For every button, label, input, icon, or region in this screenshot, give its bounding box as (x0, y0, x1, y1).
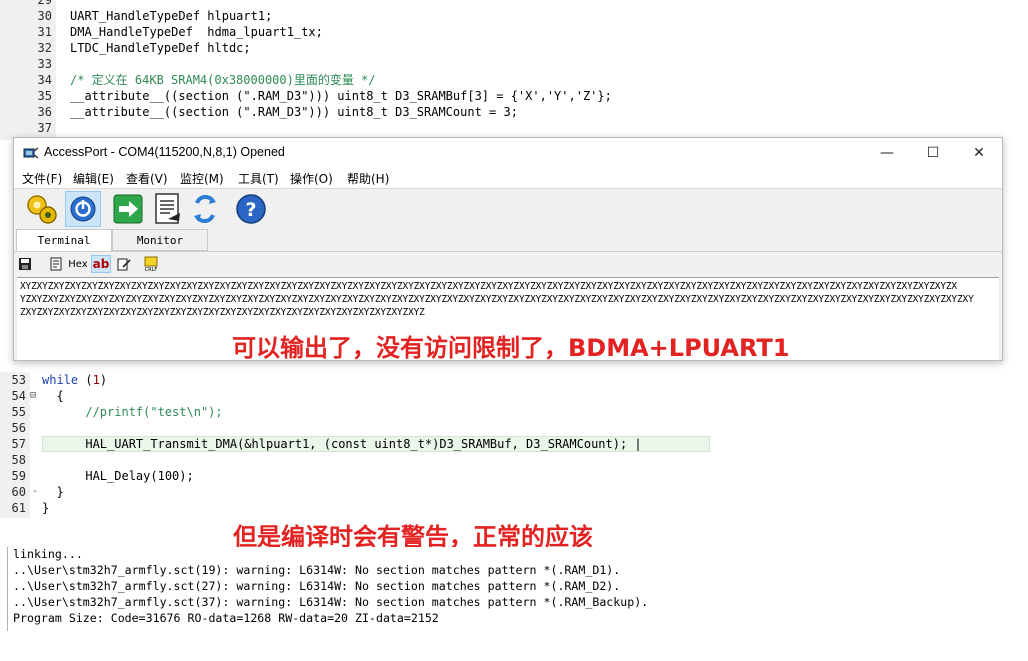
build-output-panel: linking... ..\User\stm32h7_armfly.sct(19… (7, 547, 1028, 631)
tab-terminal[interactable]: Terminal (16, 229, 112, 251)
line-number: 53 (11, 373, 26, 387)
code-editor-top: 29 30 UART_HandleTypeDef hlpuart1; 31 DMA_… (0, 0, 1028, 140)
build-warning-line: ..\User\stm32h7_armfly.sct(37): warning:… (13, 595, 649, 609)
line-number: 57 (11, 437, 26, 451)
line-number: 32 (37, 41, 52, 55)
fold-end-marker: - (32, 486, 39, 497)
code-text: } (42, 485, 64, 499)
line-number: 60 (11, 485, 26, 499)
code-text: __attribute__((section (".RAM_D3"))) uin… (70, 89, 612, 103)
terminal-line: XYZXYZXYZXYZXYZXYZXYZXYZXYZXYZXYZXYZXYZX… (20, 281, 957, 292)
code-text: { (42, 389, 64, 403)
build-warning-line: ..\User\stm32h7_armfly.sct(19): warning:… (13, 563, 621, 577)
line-number: 59 (11, 469, 26, 483)
menu-monitor[interactable]: 监控(M) (180, 170, 224, 187)
code-text: __attribute__((section (".RAM_D3"))) uin… (70, 105, 518, 119)
line-number: 55 (11, 405, 26, 419)
document-icon[interactable] (150, 191, 186, 227)
menu-view[interactable]: 查看(V) (126, 170, 168, 187)
refresh-icon[interactable] (187, 191, 223, 227)
code-text: } (42, 501, 50, 515)
settings-gear-icon[interactable] (24, 191, 60, 227)
serial-port-icon (23, 145, 39, 159)
fold-marker-icon[interactable]: ⊟ (30, 388, 36, 404)
terminal-line: ZXYZXYZXYZXYZXYZXYZXYZXYZXYZXYZXYZXYZXYZ… (20, 307, 425, 318)
menu-tools[interactable]: 工具(T) (238, 170, 279, 187)
clear-screen-icon[interactable] (47, 255, 65, 273)
svg-text:CRLF: CRLF (145, 267, 158, 272)
edit-icon[interactable] (115, 255, 133, 273)
line-number: 33 (37, 57, 52, 71)
code-text: HAL_Delay(100); (42, 469, 194, 483)
line-number: 37 (37, 121, 52, 135)
program-size-line: Program Size: Code=31676 RO-data=1268 RW… (13, 611, 439, 625)
line-number: 56 (11, 421, 26, 435)
menu-edit[interactable]: 编辑(E) (73, 170, 114, 187)
line-number: 58 (11, 453, 26, 467)
terminal-line: YZXYZXYZXYZXYZXYZXYZXYZXYZXYZXYZXYZXYZXY… (20, 294, 974, 305)
hex-toggle[interactable]: Hex (67, 255, 89, 273)
code-text: DMA_HandleTypeDef hdma_lpuart1_tx; (70, 25, 323, 39)
line-number: 31 (37, 25, 52, 39)
line-number: 30 (37, 9, 52, 23)
tab-monitor[interactable]: Monitor (112, 229, 208, 251)
menu-file[interactable]: 文件(F) (22, 170, 62, 187)
code-text: UART_HandleTypeDef hlpuart1; (70, 9, 273, 23)
menu-help[interactable]: 帮助(H) (347, 170, 389, 187)
code-comment: /* 定义在 64KB SRAM4(0x38000000)里面的变量 */ (70, 73, 376, 87)
build-line: linking... (13, 547, 83, 561)
terminal-toolbar: Hex ab CRLF (14, 251, 1002, 276)
maximize-button[interactable]: ☐ (910, 138, 956, 168)
title-bar[interactable]: AccessPort - COM4(115200,N,8,1) Opened —… (14, 138, 1002, 168)
line-number: 36 (37, 105, 52, 119)
window-title: AccessPort - COM4(115200,N,8,1) Opened (44, 145, 285, 159)
annotation-output-ok: 可以输出了，没有访问限制了，BDMA+LPUART1 (232, 334, 790, 362)
main-toolbar: ? (14, 189, 1002, 229)
terminal-output[interactable]: XYZXYZXYZXYZXYZXYZXYZXYZXYZXYZXYZXYZXYZX… (17, 277, 999, 362)
code-text: while (1) (42, 373, 108, 387)
tab-bar: Terminal Monitor (14, 229, 1002, 251)
svg-text:?: ? (245, 199, 256, 221)
code-text: LTDC_HandleTypeDef hltdc; (70, 41, 251, 55)
menu-operate[interactable]: 操作(O) (290, 170, 333, 187)
line-number: 54 (11, 389, 26, 403)
line-number: 35 (37, 89, 52, 103)
power-icon[interactable] (65, 191, 101, 227)
save-icon[interactable] (16, 255, 34, 273)
build-warning-line: ..\User\stm32h7_armfly.sct(27): warning:… (13, 579, 621, 593)
line-number: 61 (11, 501, 26, 515)
help-icon[interactable]: ? (233, 191, 269, 227)
send-arrow-icon[interactable] (110, 191, 146, 227)
menu-bar: 文件(F) 编辑(E) 查看(V) 监控(M) 工具(T) 操作(O) 帮助(H… (14, 168, 1002, 189)
code-editor-bottom: 53 while (1) 54 ⊟ { 55 //printf("test\n");… (0, 372, 1028, 518)
minimize-button[interactable]: — (864, 138, 910, 168)
line-number: 34 (37, 73, 52, 87)
accessport-window: AccessPort - COM4(115200,N,8,1) Opened —… (13, 137, 1003, 362)
ascii-toggle[interactable]: ab (91, 255, 111, 273)
code-text: HAL_UART_Transmit_DMA(&hlpuart1, (const … (42, 437, 642, 451)
line-number: 29 (37, 0, 52, 7)
close-button[interactable]: ✕ (956, 138, 1002, 168)
code-comment: //printf("test\n"); (42, 405, 223, 419)
crlf-icon[interactable]: CRLF (142, 255, 160, 273)
